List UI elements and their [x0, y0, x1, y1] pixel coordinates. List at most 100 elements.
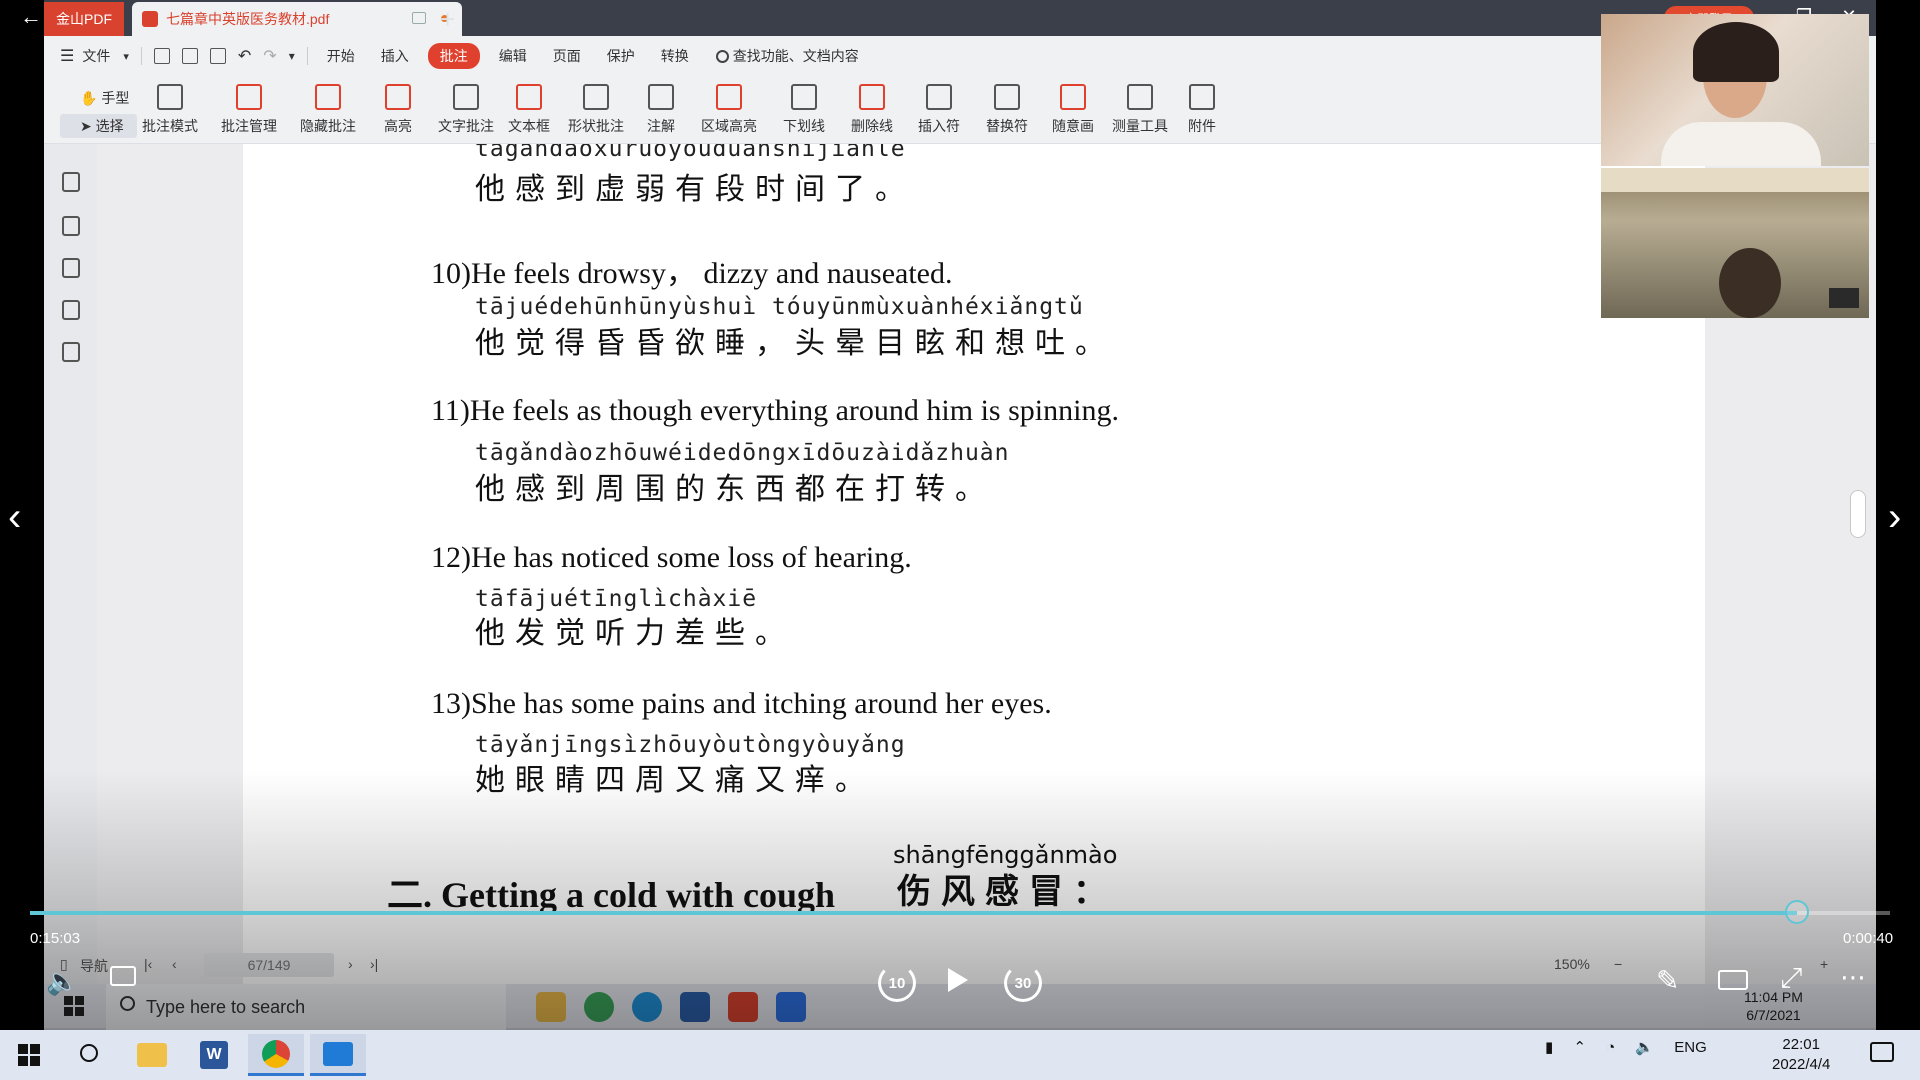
previous-arrow-icon[interactable]: ‹	[8, 495, 21, 540]
wps-pdf-icon[interactable]	[728, 992, 758, 1022]
pen-icon[interactable]: ✎	[1656, 964, 1679, 997]
annotation-manage-button[interactable]: 批注管理	[221, 84, 277, 136]
subtitles-icon[interactable]	[110, 966, 136, 986]
chrome-icon[interactable]	[584, 992, 614, 1022]
area-highlight-label: 区域高亮	[701, 118, 757, 134]
shape-annotation-button[interactable]: 形状批注	[568, 84, 624, 136]
video-progress-knob[interactable]	[1785, 900, 1809, 924]
attachment-button[interactable]: 附件	[1188, 84, 1216, 136]
redo-icon[interactable]: ↷	[263, 46, 276, 66]
wifi-icon[interactable]: ◔	[1606, 1039, 1615, 1056]
menu-page[interactable]: 页面	[553, 46, 581, 66]
menu-start[interactable]: 开始	[327, 46, 355, 66]
note-button[interactable]: 注解	[647, 84, 675, 136]
back-arrow-icon[interactable]: ←	[20, 4, 42, 30]
zoom-value[interactable]: 150%	[1554, 956, 1590, 972]
replace-mark-button[interactable]: 替换符	[986, 84, 1028, 136]
save-icon[interactable]	[181, 48, 198, 64]
fullscreen-icon[interactable]: ⤢	[1780, 962, 1802, 995]
undo-icon[interactable]: ↶	[238, 46, 251, 66]
chevron-up-icon[interactable]: ⌃	[1573, 1039, 1586, 1056]
miniplayer-icon[interactable]	[1718, 970, 1748, 990]
underline-button[interactable]: 下划线	[783, 84, 825, 136]
folder-icon	[137, 1043, 167, 1067]
zoom-out-icon[interactable]: −	[1614, 956, 1622, 972]
pen-icon	[1060, 84, 1086, 110]
windows-start-icon[interactable]	[64, 996, 84, 1016]
video-app-button[interactable]	[310, 1034, 366, 1076]
recorded-date: 6/7/2021	[1746, 1007, 1801, 1023]
word-button[interactable]: W	[186, 1034, 242, 1076]
chevron-down-icon[interactable]: ▾	[123, 50, 129, 63]
highlight-button[interactable]: 高亮	[384, 84, 412, 136]
meeting-app-icon[interactable]	[776, 992, 806, 1022]
new-tab-button[interactable]: +	[440, 4, 455, 34]
battery-icon[interactable]: ▮	[1545, 1039, 1553, 1056]
video-progress-bar[interactable]	[30, 911, 1890, 915]
customize-icon[interactable]: ▾	[289, 49, 295, 63]
select-tool[interactable]: ➤ 选择	[60, 114, 138, 138]
menu-file[interactable]: 文件	[82, 46, 110, 66]
volume-icon[interactable]: 🔈	[46, 966, 78, 997]
entry-10-pinyin: tājuédehūnhūnyùshuì tóuyūnmùxuànhéxiǎngt…	[475, 294, 1084, 320]
menu-convert[interactable]: 转换	[661, 46, 689, 66]
pdf-page: tāgǎndàoxūruòyǒuduànshíjiānle 他感到虚弱有段时间了…	[243, 144, 1705, 1028]
nav-label[interactable]: 导航	[80, 956, 108, 976]
attachment-icon[interactable]	[62, 300, 80, 320]
measure-tool-button[interactable]: 测量工具	[1112, 84, 1168, 136]
entry-11-hanzi: 他感到周围的东西都在打转。	[475, 472, 995, 507]
app-icon[interactable]	[680, 992, 710, 1022]
menu-protect[interactable]: 保护	[607, 46, 635, 66]
signature-icon[interactable]	[62, 342, 80, 362]
insert-mark-button[interactable]: 插入符	[918, 84, 960, 136]
next-page-icon[interactable]: ›	[348, 956, 353, 972]
recorded-search-box[interactable]: Type here to search	[106, 984, 506, 1030]
prev-page-icon[interactable]: ‹	[172, 956, 177, 972]
text-comment-button[interactable]: 文字批注	[438, 84, 494, 136]
skip-forward-button[interactable]: 30	[1004, 964, 1042, 1002]
search-icon[interactable]	[80, 1044, 98, 1062]
hand-tool[interactable]: ✋ 手型	[60, 86, 137, 110]
windows-start-icon[interactable]	[18, 1044, 40, 1066]
edge-icon[interactable]	[632, 992, 662, 1022]
area-highlight-button[interactable]: 区域高亮	[701, 84, 757, 136]
file-explorer-button[interactable]	[124, 1034, 180, 1076]
textbox-button[interactable]: 文本框	[508, 84, 550, 136]
more-options-icon[interactable]: ⋯	[1840, 962, 1866, 993]
strikethrough-button[interactable]: 删除线	[851, 84, 893, 136]
annotation-mode-button[interactable]: 批注模式	[142, 84, 198, 136]
bookmark-icon[interactable]	[62, 172, 80, 192]
language-indicator[interactable]: ENG	[1674, 1039, 1707, 1056]
feature-search[interactable]: 查找功能、文档内容	[715, 46, 859, 66]
system-clock[interactable]: 22:01 2022/4/4	[1772, 1035, 1830, 1075]
document-tab[interactable]: 七篇章中英版医务教材.pdf	[132, 2, 462, 36]
page-number-field[interactable]: 67/149	[204, 953, 334, 977]
play-button[interactable]	[948, 968, 968, 992]
chrome-button[interactable]	[248, 1034, 304, 1076]
vertical-scrollbar[interactable]	[1850, 490, 1866, 538]
speaker-icon[interactable]: 🔈	[1635, 1039, 1654, 1056]
print-icon[interactable]	[209, 48, 226, 64]
next-arrow-icon[interactable]: ›	[1888, 495, 1901, 540]
skip-back-button[interactable]: 10	[878, 964, 916, 1002]
annotation-mode-icon	[157, 84, 183, 110]
annotation-manage-label: 批注管理	[221, 118, 277, 134]
hamburger-icon[interactable]: ☰	[60, 46, 74, 66]
ceiling	[1601, 168, 1869, 192]
freehand-button[interactable]: 随意画	[1052, 84, 1094, 136]
file-explorer-icon[interactable]	[536, 992, 566, 1022]
open-icon[interactable]	[153, 48, 170, 64]
hide-annotation-button[interactable]: 隐藏批注	[300, 84, 356, 136]
first-page-icon[interactable]: |‹	[144, 956, 152, 972]
thumbnail-icon[interactable]	[62, 216, 80, 236]
zoom-in-icon[interactable]: +	[1820, 956, 1828, 972]
menu-edit[interactable]: 编辑	[499, 46, 527, 66]
menu-insert[interactable]: 插入	[381, 46, 409, 66]
notification-icon[interactable]	[1870, 1042, 1894, 1062]
display-icon[interactable]	[412, 12, 426, 24]
comment-icon[interactable]	[62, 258, 80, 278]
brand-tab[interactable]: 金山PDF	[44, 2, 124, 36]
menu-annotate[interactable]: 批注	[427, 43, 480, 69]
last-page-icon[interactable]: ›|	[370, 956, 378, 972]
clock-date: 2022/4/4	[1772, 1056, 1831, 1073]
